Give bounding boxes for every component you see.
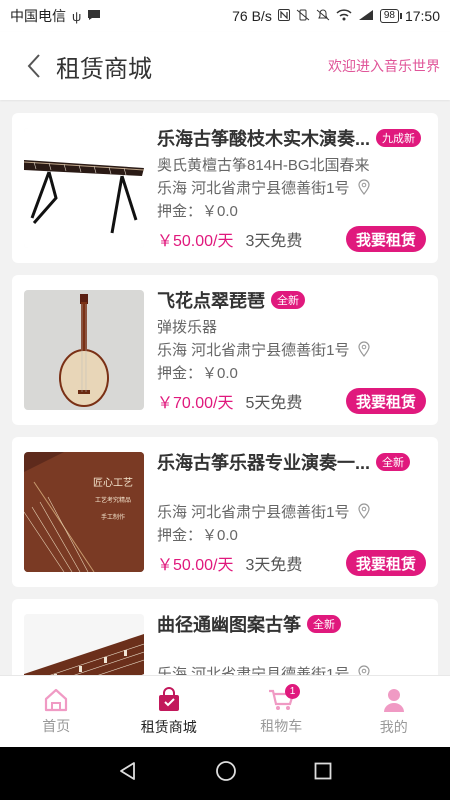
product-list[interactable]: 乐海古筝酸枝木实木演奏... 九成新 奥氏黄檀古筝814H-BG北国春来 乐海 … — [0, 100, 450, 675]
product-card[interactable]: 乐海古筝酸枝木实木演奏... 九成新 奥氏黄檀古筝814H-BG北国春来 乐海 … — [12, 113, 438, 263]
tab-label: 首页 — [42, 717, 71, 734]
nfc-icon — [277, 8, 290, 24]
product-location: 乐海 河北省肃宁县德善街1号 — [157, 663, 426, 675]
nav-back-icon[interactable] — [118, 761, 138, 786]
image-caption: 工艺考究精品 — [94, 498, 131, 504]
product-card[interactable]: 曲径通幽图案古筝 全新 乐海 河北省肃宁县德善街1号 — [12, 599, 438, 675]
product-location: 乐海 河北省肃宁县德善街1号 — [157, 177, 426, 197]
welcome-link[interactable]: 欢迎进入音乐世界 — [328, 56, 440, 76]
clock: 17:50 — [404, 8, 440, 24]
tab-cart[interactable]: 1 租物车 — [225, 676, 338, 747]
home-icon — [45, 688, 68, 711]
product-subtitle — [157, 478, 426, 498]
location-pin-icon — [357, 179, 370, 195]
location-pin-icon — [357, 665, 370, 675]
location-text: 乐海 河北省肃宁县德善街1号 — [157, 341, 350, 359]
free-days: 3天免费 — [245, 233, 303, 250]
rental-price: ￥70.00/天 — [157, 395, 234, 412]
message-icon — [87, 9, 101, 24]
condition-badge: 九成新 — [376, 129, 422, 147]
usb-icon: ψ — [72, 8, 82, 24]
location-pin-icon — [357, 503, 370, 519]
location-text: 乐海 河北省肃宁县德善街1号 — [157, 665, 350, 676]
bottom-tab-bar: 首页 租赁商城 1 租物车 我的 — [0, 675, 450, 747]
tab-home[interactable]: 首页 — [0, 676, 113, 747]
product-subtitle — [157, 640, 426, 660]
product-card[interactable]: 匠心工艺 工艺考究精品 手工制作 乐海古筝乐器专业演奏一... 全新 乐海 河北… — [12, 437, 438, 587]
cart-count-badge: 1 — [285, 684, 300, 699]
location-text: 乐海 河北省肃宁县德善街1号 — [157, 179, 350, 197]
condition-badge: 全新 — [271, 291, 305, 309]
product-title[interactable]: 乐海古筝酸枝木实木演奏... — [157, 125, 370, 151]
product-deposit: 押金：￥0.0 — [157, 364, 238, 382]
back-button[interactable] — [14, 46, 54, 86]
product-image-guzheng-craft: 匠心工艺 工艺考究精品 手工制作 — [24, 452, 144, 572]
rental-price: ￥50.00/天 — [157, 557, 234, 574]
signal-icon — [358, 9, 374, 24]
product-deposit: 押金：￥0.0 — [157, 202, 238, 220]
app-header: 租赁商城 欢迎进入音乐世界 — [0, 32, 450, 100]
product-location: 乐海 河北省肃宁县德善街1号 — [157, 501, 426, 521]
chevron-left-icon — [27, 54, 40, 78]
location-pin-icon — [357, 341, 370, 357]
location-text: 乐海 河北省肃宁县德善街1号 — [157, 503, 350, 521]
condition-badge: 全新 — [307, 615, 341, 633]
product-title[interactable]: 乐海古筝乐器专业演奏一... — [157, 449, 370, 475]
tab-label: 我的 — [379, 718, 408, 735]
free-days: 5天免费 — [245, 395, 303, 412]
rent-button[interactable]: 我要租赁 — [345, 226, 426, 252]
product-image-guzheng — [24, 128, 144, 248]
product-deposit: 押金：￥0.0 — [157, 526, 238, 544]
product-location: 乐海 河北省肃宁县德善街1号 — [157, 339, 426, 359]
free-days: 3天免费 — [245, 557, 303, 574]
system-nav-bar — [0, 747, 450, 800]
tab-label: 租赁商城 — [140, 718, 197, 735]
rent-button[interactable]: 我要租赁 — [345, 550, 426, 576]
nav-home-icon[interactable] — [215, 760, 237, 787]
image-caption: 匠心工艺 — [93, 478, 133, 489]
product-subtitle: 弹拨乐器 — [157, 318, 218, 336]
tab-profile[interactable]: 我的 — [338, 676, 450, 747]
rental-price: ￥50.00/天 — [157, 233, 234, 250]
vibrate-icon — [296, 9, 310, 24]
nav-recents-icon[interactable] — [314, 762, 332, 785]
status-bar: 中国电信 ψ 76 B/s 98 17:50 — [0, 0, 450, 32]
rent-button[interactable]: 我要租赁 — [345, 388, 426, 414]
mute-icon — [316, 9, 330, 24]
product-image-guzheng-pattern — [24, 614, 144, 675]
product-card[interactable]: 飞花点翠琵琶 全新 弹拨乐器 乐海 河北省肃宁县德善街1号 押金：￥0.0 ￥7… — [12, 275, 438, 425]
wifi-icon — [336, 8, 352, 24]
battery-indicator: 98 — [379, 9, 403, 23]
page-title: 租赁商城 — [56, 55, 152, 83]
tab-label: 租物车 — [260, 717, 303, 734]
carrier-label: 中国电信 — [10, 8, 66, 24]
product-title[interactable]: 飞花点翠琵琶 — [157, 287, 265, 313]
product-title[interactable]: 曲径通幽图案古筝 — [157, 611, 301, 637]
image-caption: 手工制作 — [100, 515, 125, 521]
user-icon — [383, 688, 404, 712]
condition-badge: 全新 — [376, 453, 411, 471]
product-image-pipa — [24, 290, 144, 410]
shopping-bag-icon — [158, 686, 179, 711]
network-speed: 76 B/s — [232, 8, 272, 24]
tab-rental-mall[interactable]: 租赁商城 — [113, 676, 226, 747]
product-subtitle: 奥氏黄檀古筝814H-BG北国春来 — [157, 156, 370, 174]
